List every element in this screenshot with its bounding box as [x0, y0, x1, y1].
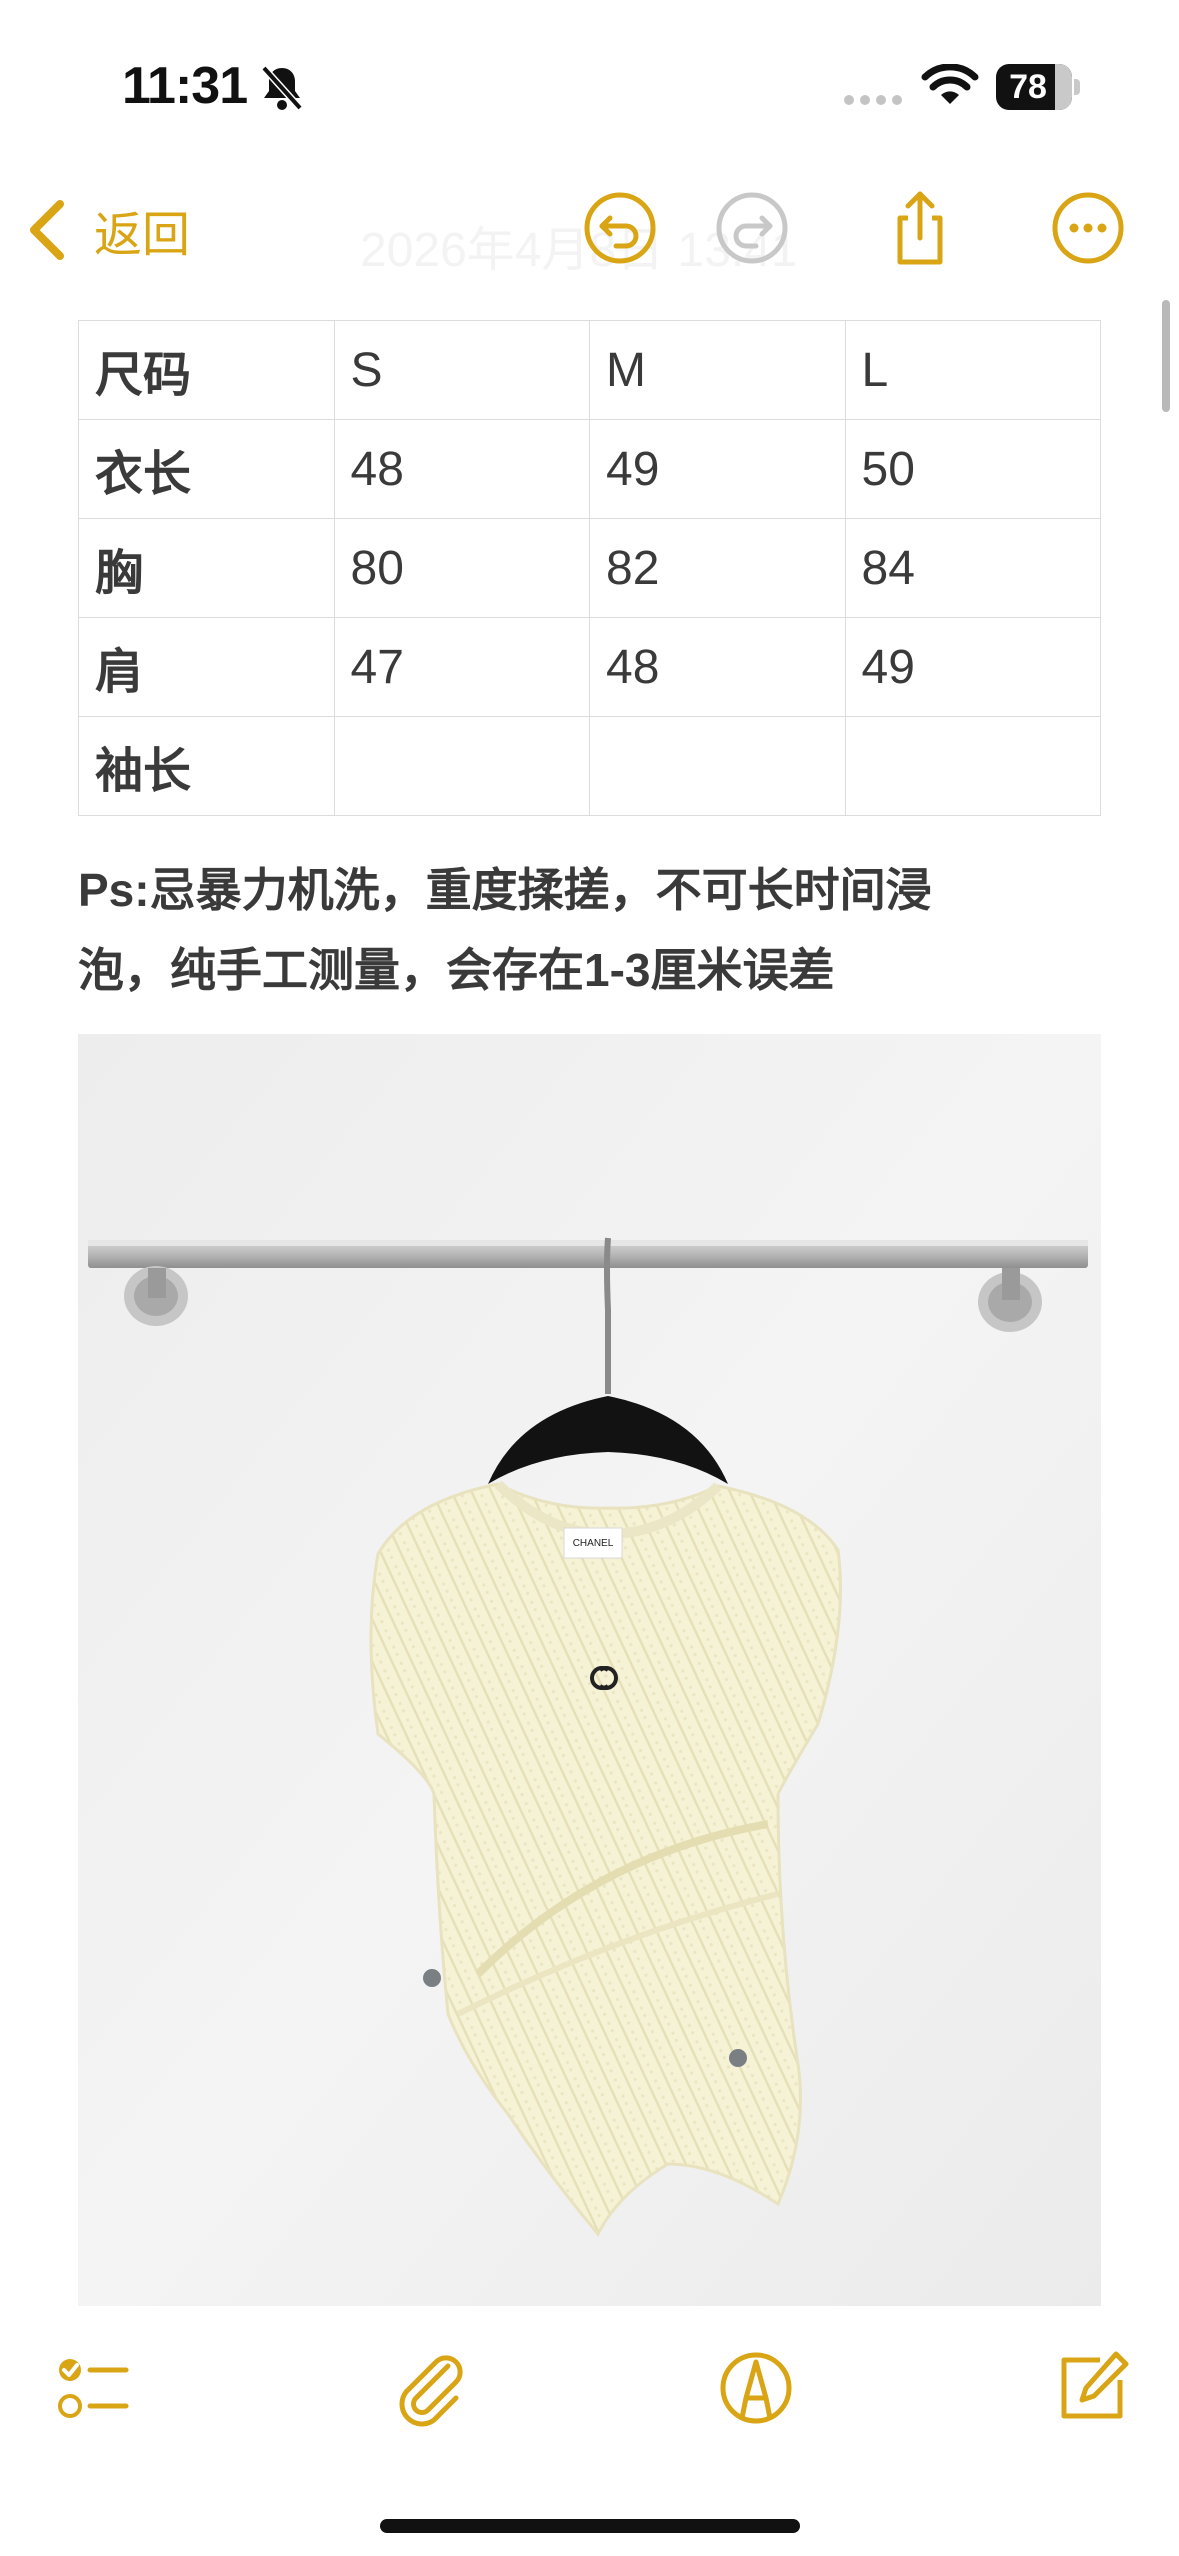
table-cell[interactable]: 82 — [589, 518, 846, 618]
navigation-bar: 返回 2026年4月8日 13:41 — [0, 170, 1179, 290]
table-cell[interactable]: 49 — [589, 419, 846, 519]
product-photo-illustration: CHANEL — [78, 1034, 1101, 2306]
table-cell[interactable]: 衣长 — [78, 419, 335, 519]
battery-icon: 78 — [996, 64, 1080, 110]
note-line: 泡，纯手工测量，会存在1-3厘米误差 — [78, 944, 835, 996]
bell-slash-icon — [261, 65, 303, 111]
bottom-toolbar — [0, 2306, 1179, 2556]
table-cell[interactable]: 84 — [844, 518, 1101, 618]
chevron-left-icon — [30, 200, 64, 260]
table-cell[interactable] — [589, 716, 846, 816]
table-row: 袖长 — [78, 716, 1101, 816]
wifi-icon — [921, 64, 979, 104]
table-cell[interactable]: L — [844, 320, 1101, 420]
note-line: Ps:忌暴力机洗，重度揉搓，不可长时间浸 — [78, 864, 932, 916]
more-icon[interactable] — [1048, 188, 1128, 268]
compose-icon[interactable] — [1052, 2348, 1132, 2428]
scrollbar[interactable] — [1162, 300, 1170, 412]
table-cell[interactable]: 49 — [844, 617, 1101, 717]
table-cell[interactable]: M — [589, 320, 846, 420]
undo-icon[interactable] — [580, 188, 660, 268]
table-cell[interactable]: 袖长 — [78, 716, 335, 816]
markup-pen-icon[interactable] — [716, 2348, 796, 2428]
home-indicator[interactable] — [380, 2519, 800, 2533]
table-cell[interactable]: 肩 — [78, 617, 335, 717]
paperclip-icon[interactable] — [390, 2348, 470, 2428]
table-cell[interactable]: S — [333, 320, 590, 420]
status-bar: 11:31 78 — [0, 0, 1179, 170]
note-body-text[interactable]: Ps:忌暴力机洗，重度揉搓，不可长时间浸 泡，纯手工测量，会存在1-3厘米误差 — [78, 850, 1108, 1010]
redo-icon[interactable] — [712, 188, 792, 268]
table-cell[interactable]: 48 — [589, 617, 846, 717]
product-photo[interactable]: CHANEL — [78, 1034, 1101, 2306]
battery-percentage: 78 — [1009, 68, 1047, 106]
table-cell[interactable]: 50 — [844, 419, 1101, 519]
table-cell[interactable]: 胸 — [78, 518, 335, 618]
table-row: 肩 47 48 49 — [78, 617, 1101, 717]
table-cell[interactable]: 47 — [333, 617, 590, 717]
cellular-signal-icon — [844, 95, 902, 105]
share-icon[interactable] — [880, 188, 960, 268]
table-cell[interactable]: 80 — [333, 518, 590, 618]
clothing-label-text: CHANEL — [573, 1538, 614, 1549]
size-table: 尺码 S M L 衣长 48 49 50 胸 80 82 84 肩 47 48 … — [78, 320, 1101, 816]
table-cell[interactable] — [333, 716, 590, 816]
table-row: 衣长 48 49 50 — [78, 419, 1101, 519]
table-cell[interactable] — [844, 716, 1101, 816]
table-row: 胸 80 82 84 — [78, 518, 1101, 618]
checklist-icon[interactable] — [52, 2348, 132, 2428]
back-button[interactable]: 返回 — [24, 190, 190, 270]
table-cell[interactable]: 48 — [333, 419, 590, 519]
status-time: 11:31 — [122, 57, 248, 115]
back-label: 返回 — [94, 209, 191, 262]
table-cell[interactable]: 尺码 — [78, 320, 335, 420]
table-header-row: 尺码 S M L — [78, 320, 1101, 420]
